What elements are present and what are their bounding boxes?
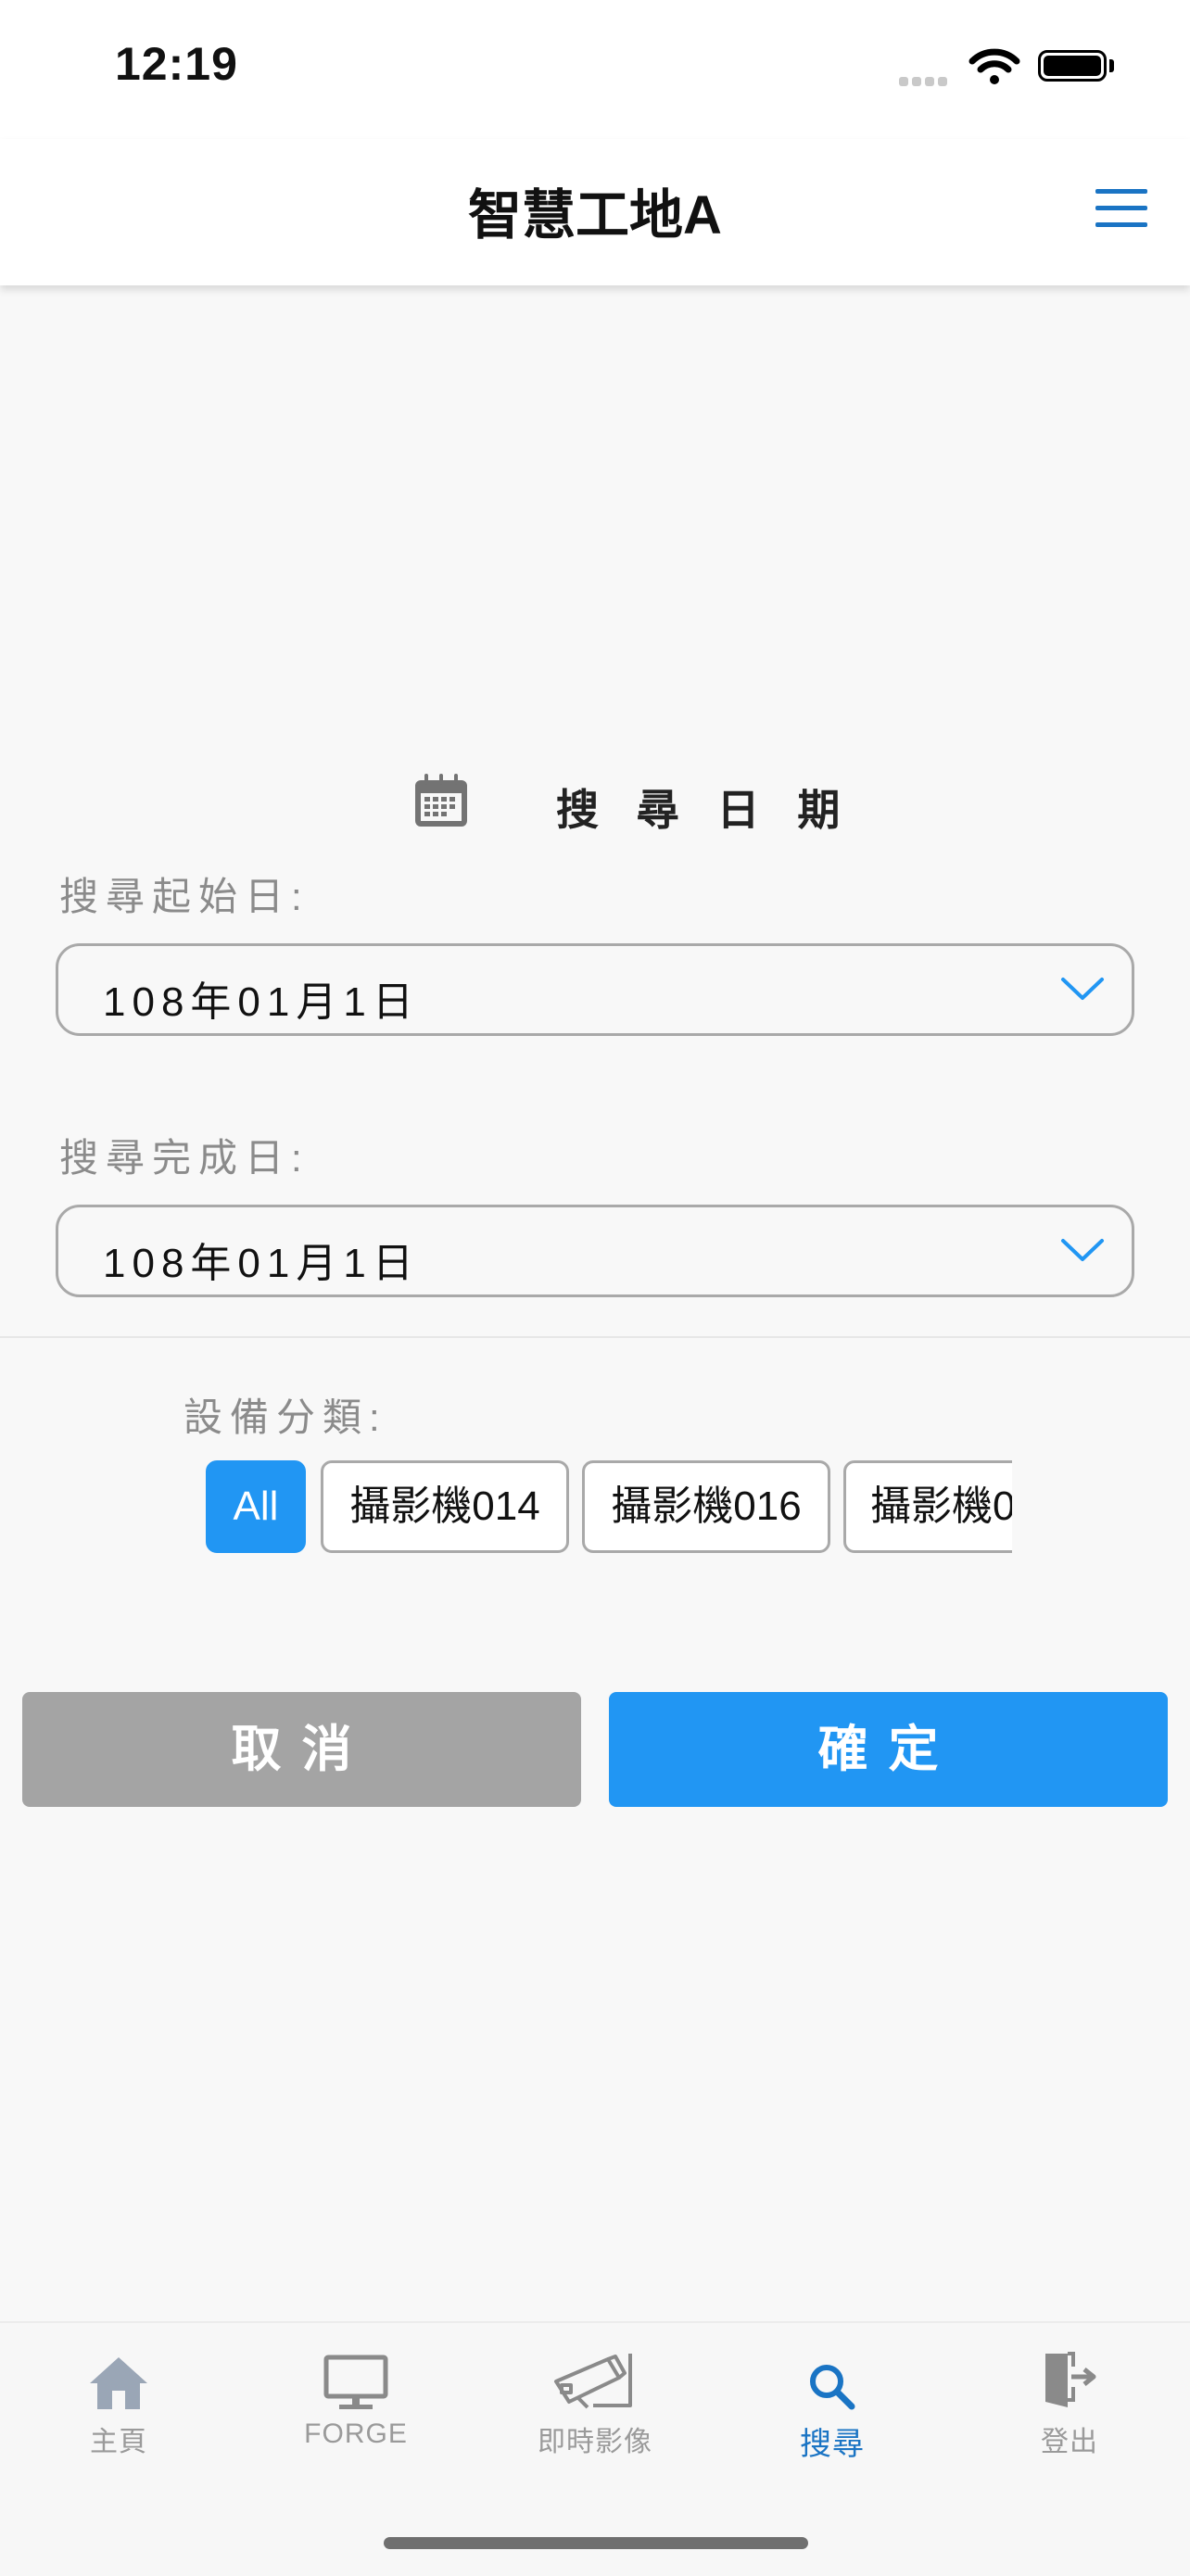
search-date-heading: 搜 尋 日 期 [556,786,854,834]
tab-label: FORGE [304,2418,408,2449]
end-date-value: 108年01月1日 [103,1241,420,1286]
wifi-icon [968,46,1020,90]
tab-logout[interactable]: 登出 [986,2344,1153,2459]
device-category-chips[interactable]: All 攝影機014 攝影機016 攝影機0 [206,1460,1012,1557]
chevron-down-icon [1059,1235,1106,1269]
battery-tip [1109,59,1114,72]
logout-door-icon [986,2344,1153,2411]
section-divider [0,1336,1190,1338]
chevron-down-icon [1059,974,1106,1008]
device-category-label: 設備分類: [184,1395,387,1439]
chip-camera-014[interactable]: 攝影機014 [321,1460,569,1553]
cancel-button[interactable]: 取消 [22,1692,581,1807]
tab-live-video[interactable]: 即時影像 [512,2344,678,2459]
start-date-label: 搜尋起始日: [59,875,310,918]
hamburger-menu-icon[interactable] [1094,189,1149,230]
home-indicator[interactable] [384,2537,808,2549]
monitor-icon [272,2344,439,2411]
end-date-select[interactable]: 108年01月1日 [56,1205,1134,1297]
tab-forge[interactable]: FORGE [272,2344,439,2450]
battery-icon [1038,50,1107,82]
chip-camera-partial[interactable]: 攝影機0 [843,1460,1012,1553]
security-camera-icon [512,2344,678,2411]
chip-all[interactable]: All [206,1460,306,1553]
start-date-select[interactable]: 108年01月1日 [56,943,1134,1036]
start-date-value: 108年01月1日 [103,979,420,1025]
tab-label: 即時影像 [538,2427,652,2457]
tab-label: 搜尋 [800,2427,865,2462]
status-time: 12:19 [115,38,238,90]
tab-home[interactable]: 主頁 [35,2344,202,2459]
end-date-label: 搜尋完成日: [59,1136,310,1180]
tab-label: 登出 [1041,2427,1098,2457]
cellular-signal-icon [899,74,951,91]
tab-search[interactable]: 搜尋 [749,2344,916,2464]
page-title: 智慧工地A [468,185,722,246]
confirm-button[interactable]: 確定 [609,1692,1168,1807]
chip-camera-016[interactable]: 攝影機016 [582,1460,830,1553]
home-icon [35,2344,202,2411]
calendar-icon [411,771,471,835]
search-icon [749,2344,916,2411]
tab-label: 主頁 [90,2427,147,2457]
